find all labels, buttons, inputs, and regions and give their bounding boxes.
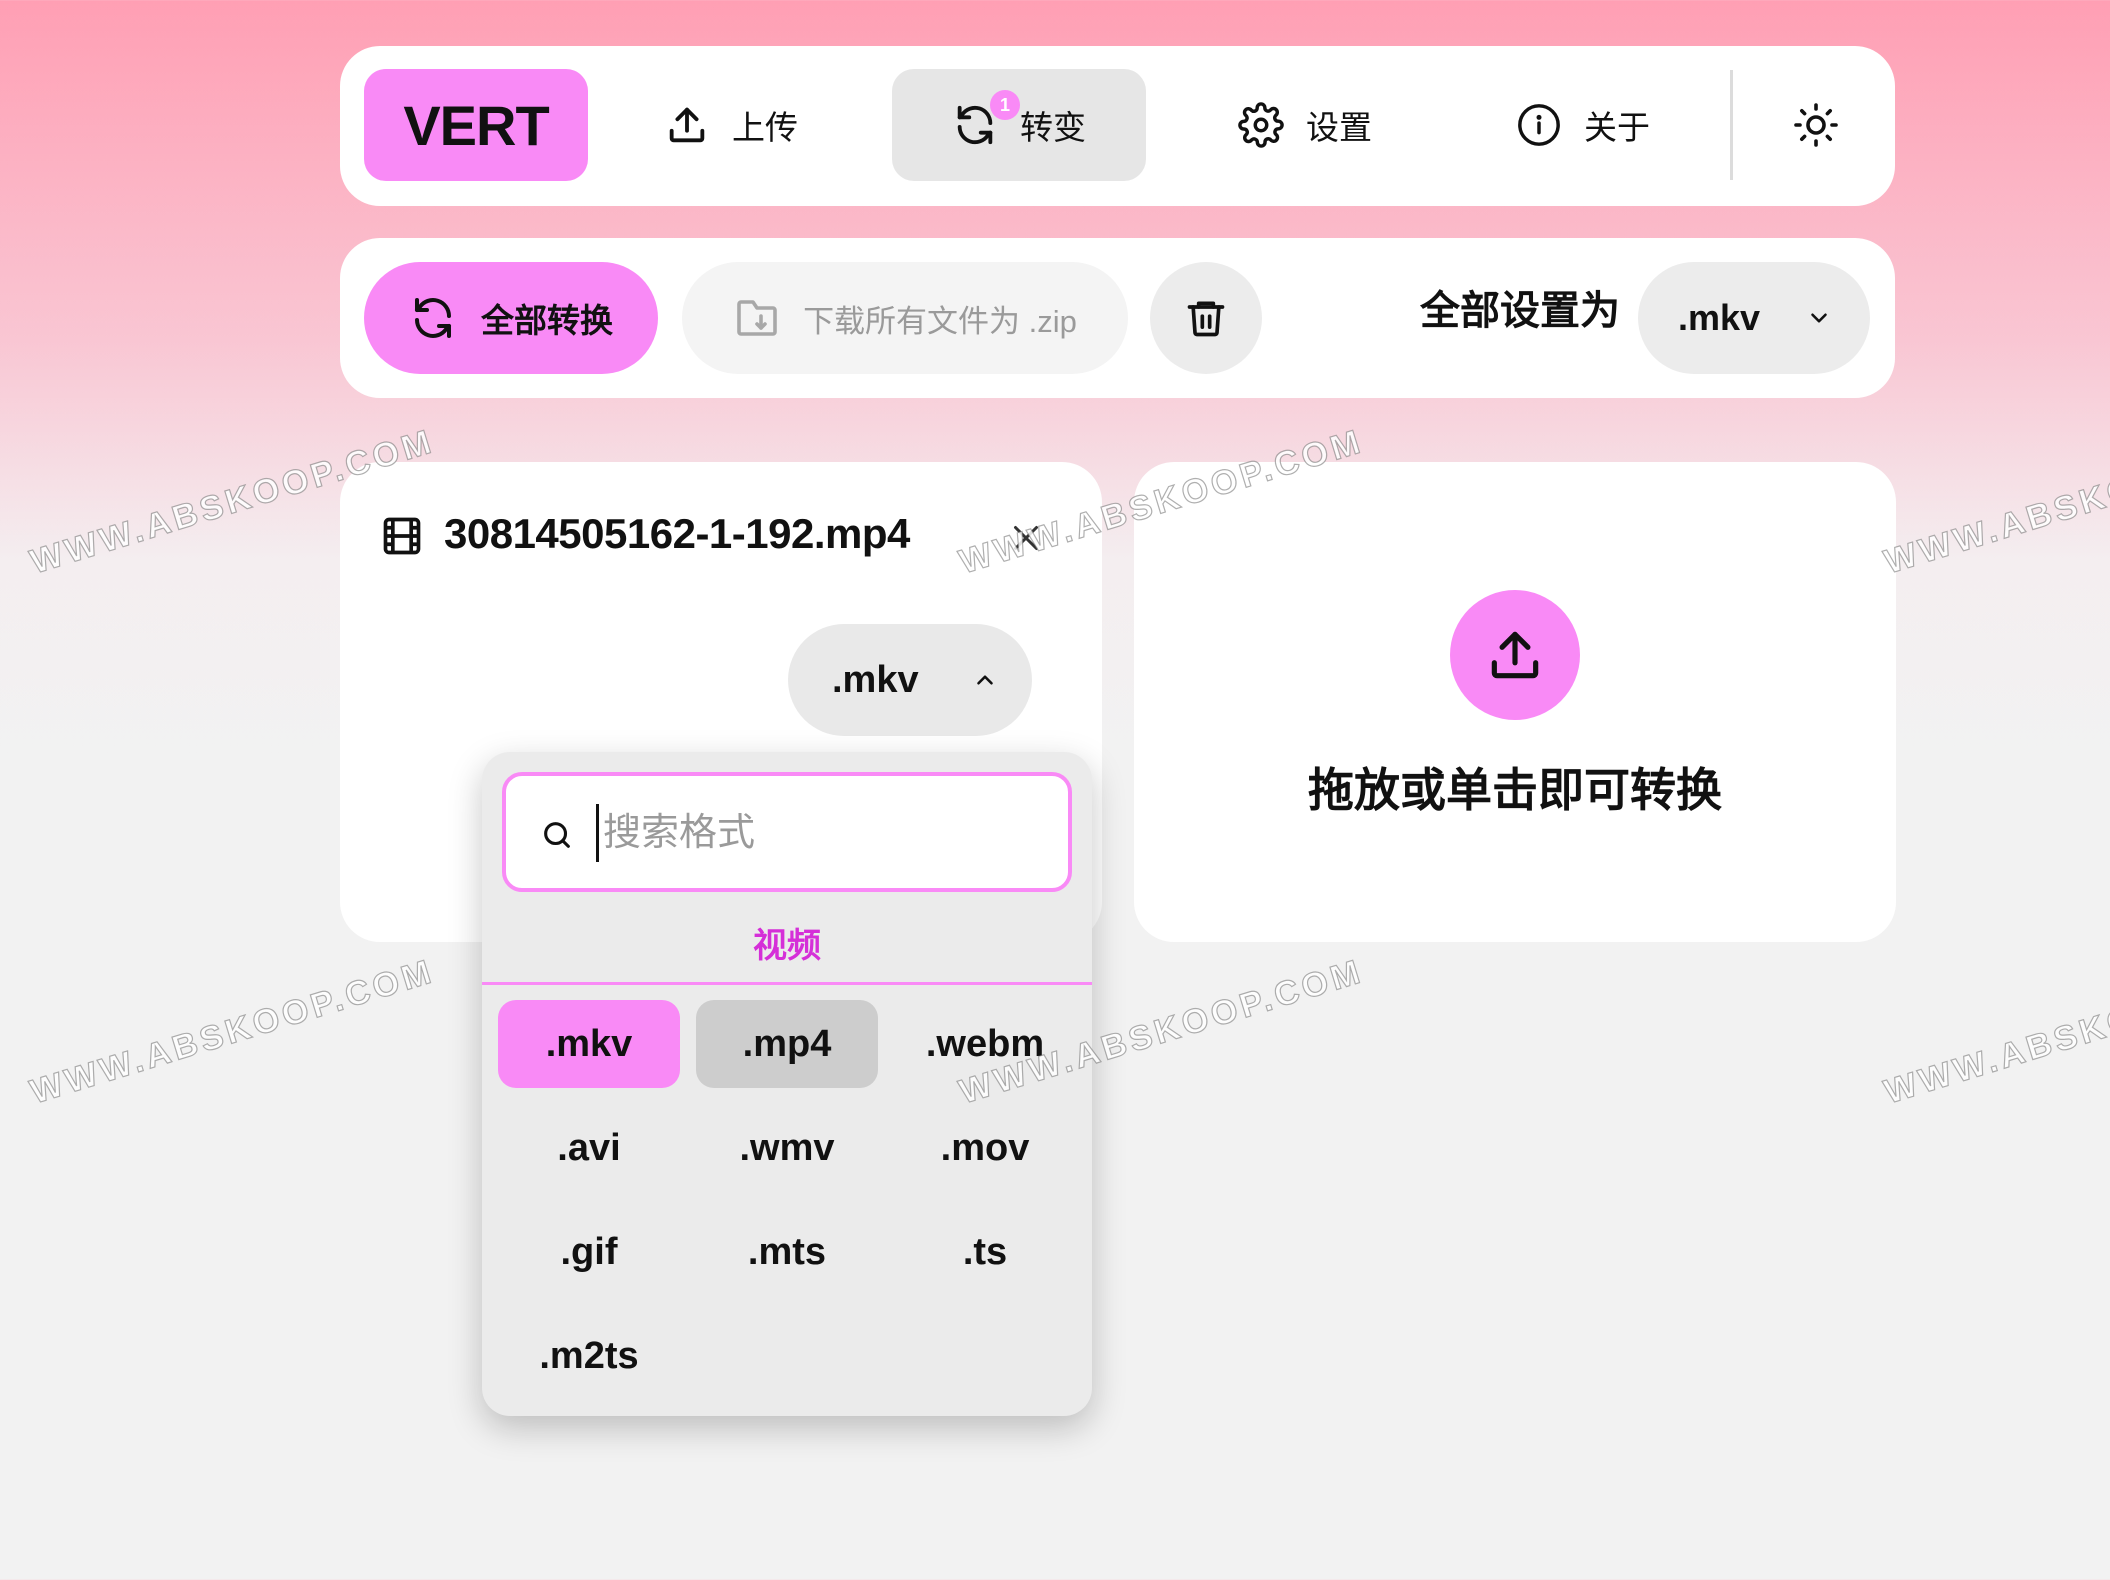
format-option-webm[interactable]: .webm [894,1000,1076,1088]
set-all-label: 全部设置为 [1420,289,1620,333]
drop-zone[interactable]: 拖放或单击即可转换 [1134,462,1896,942]
format-search-input[interactable] [596,804,1046,862]
convert-all-label: 全部转换 [481,302,613,339]
nav-upload-label: 上传 [732,109,798,146]
convert-all-button[interactable]: 全部转换 [364,262,658,374]
vert-logo[interactable]: VERT [364,69,588,181]
download-zip-button[interactable]: 下载所有文件为 .zip [682,262,1128,374]
refresh-icon [409,294,457,342]
drop-zone-label: 拖放或单击即可转换 [1308,764,1722,816]
convert-icon: 1 [952,90,1020,148]
nav-convert-label: 转变 [1020,109,1086,146]
watermark-text: WWW.ABSKOOP.COM [1879,422,2110,582]
sun-icon [1792,101,1840,149]
category-video-label: 视频 [753,927,821,965]
format-option-mp4[interactable]: .mp4 [696,1000,878,1088]
format-option-m2ts[interactable]: .m2ts [498,1312,680,1400]
category-divider [482,982,1092,985]
nav-about[interactable]: 关于 [1470,69,1696,181]
trash-icon [1184,296,1228,340]
nav-upload[interactable]: 上传 [620,69,842,181]
set-all-value: .mkv [1678,297,1761,338]
upload-icon [1450,590,1580,720]
format-search-box [502,772,1072,892]
nav-convert[interactable]: 1 转变 [892,69,1146,181]
info-icon [1516,102,1562,148]
set-all-format-select[interactable]: .mkv [1638,262,1870,374]
nav-divider [1730,70,1733,180]
file-format-select[interactable]: .mkv [788,624,1032,736]
format-dropdown: 视频 .mkv .mp4 .webm .avi .wmv .mov .gif .… [482,752,1092,1416]
watermark-text: WWW.ABSKOOP.COM [1879,952,2110,1112]
search-icon [540,818,574,852]
film-icon [380,514,424,558]
notification-badge: 1 [990,90,1020,120]
chevron-up-icon [972,667,998,693]
gear-icon [1238,102,1284,148]
file-format-value: .mkv [832,658,919,701]
action-toolbar: 全部转换 下载所有文件为 .zip 全部设置为 .mkv [340,238,1895,398]
download-zip-label: 下载所有文件为 .zip [803,303,1077,339]
watermark-text: WWW.ABSKOOP.COM [25,952,439,1112]
delete-all-button[interactable] [1150,262,1262,374]
format-option-mkv[interactable]: .mkv [498,1000,680,1088]
file-name: 30814505162-1-192.mp4 [444,510,910,557]
nav-settings[interactable]: 设置 [1192,69,1418,181]
nav-settings-label: 设置 [1306,109,1372,146]
format-option-gif[interactable]: .gif [498,1208,680,1296]
close-icon[interactable] [1008,520,1044,556]
format-option-ts[interactable]: .ts [894,1208,1076,1296]
chevron-down-icon [1806,305,1832,331]
format-option-mts[interactable]: .mts [696,1208,878,1296]
format-option-mov[interactable]: .mov [894,1104,1076,1192]
theme-toggle[interactable] [1760,69,1872,181]
upload-icon [664,102,710,148]
format-option-avi[interactable]: .avi [498,1104,680,1192]
folder-download-icon [733,294,781,342]
format-option-wmv[interactable]: .wmv [696,1104,878,1192]
top-navigation: VERT 上传 1 转变 设置 关于 [340,46,1895,206]
nav-about-label: 关于 [1584,109,1650,146]
